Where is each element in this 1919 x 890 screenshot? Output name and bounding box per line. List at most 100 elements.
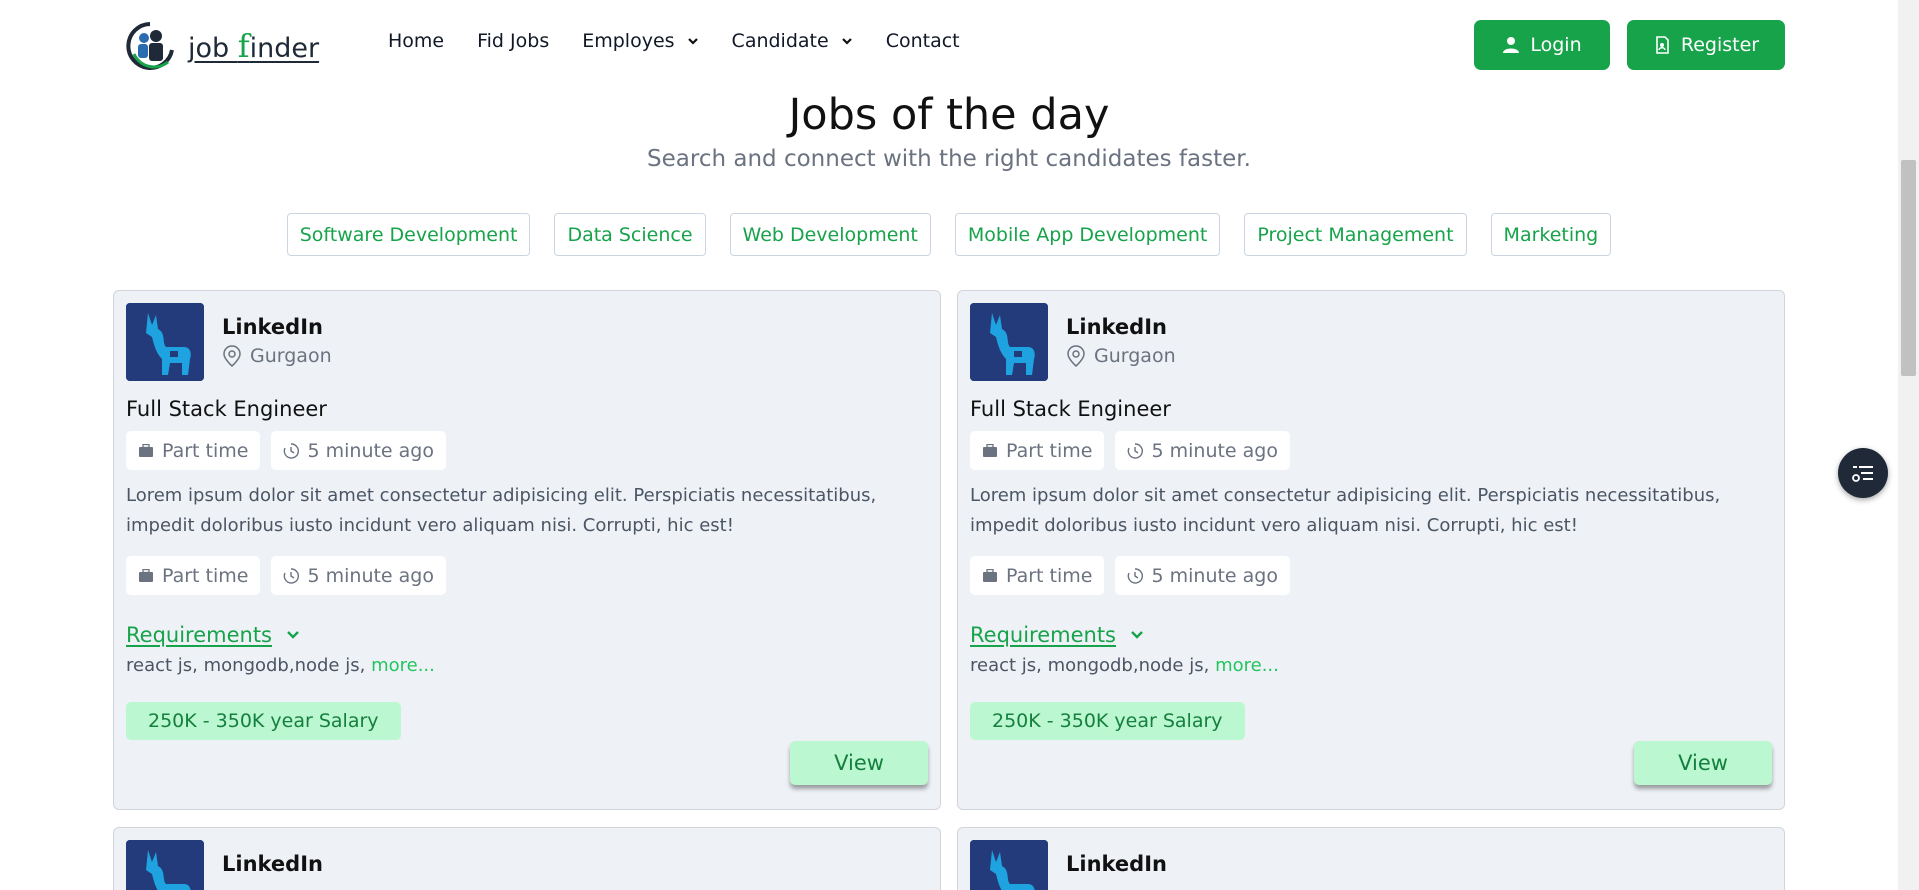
skills-list: react js, mongodb,node js, more...	[126, 655, 435, 676]
company-name: LinkedIn	[222, 315, 323, 339]
briefcase-icon	[983, 568, 997, 582]
category-tag[interactable]: Marketing	[1490, 213, 1612, 256]
brand[interactable]: job finder	[124, 20, 319, 72]
llama-logo-icon	[126, 840, 204, 890]
requirements-toggle[interactable]: Requirements	[970, 623, 1144, 647]
requirements-toggle[interactable]: Requirements	[126, 623, 300, 647]
briefcase-icon	[983, 443, 997, 457]
job-type-badge: Part time	[126, 556, 261, 595]
clock-icon	[284, 442, 300, 459]
more-link[interactable]: more...	[1215, 655, 1279, 676]
location-label: Gurgaon	[1094, 345, 1176, 367]
register-icon	[1656, 36, 1669, 54]
requirements-link[interactable]: Requirements	[126, 623, 272, 647]
job-type-badge: Part time	[970, 431, 1105, 470]
location-pin-icon	[1067, 345, 1085, 367]
scrollbar-thumb[interactable]	[1901, 160, 1916, 376]
nav-item-candidate[interactable]: Candidate	[732, 30, 853, 52]
view-button[interactable]: View	[1634, 741, 1772, 785]
salary-badge: 250K - 350K year Salary	[970, 702, 1245, 740]
nav-item-employers[interactable]: Employes	[582, 30, 698, 52]
job-card: LinkedIn Gurgaon Full Stack Engineer Par…	[957, 290, 1785, 810]
job-location: Gurgaon	[222, 345, 332, 367]
navbar: job finder Home Fid Jobs Employes Candid…	[0, 0, 1898, 88]
brand-name: job finder	[188, 27, 320, 65]
job-title: Full Stack Engineer	[970, 397, 1171, 421]
posted-time-label: 5 minute ago	[307, 564, 434, 587]
category-tag[interactable]: Software Development	[286, 213, 531, 256]
company-name: LinkedIn	[1066, 315, 1167, 339]
job-meta: Part time 5 minute ago	[970, 556, 1290, 595]
location-label: Gurgaon	[250, 345, 332, 367]
llama-logo-icon	[126, 303, 204, 381]
chevron-down-icon	[841, 38, 852, 45]
more-link[interactable]: more...	[371, 655, 435, 676]
category-tag[interactable]: Mobile App Development	[954, 213, 1221, 256]
register-label: Register	[1680, 34, 1760, 56]
section-subtitle: Search and connect with the right candid…	[647, 146, 1251, 172]
company-logo	[970, 840, 1048, 890]
page-scrollbar[interactable]	[1898, 0, 1919, 890]
job-type-label: Part time	[1006, 564, 1093, 587]
category-tags: Software Development Data Science Web De…	[0, 213, 1898, 256]
job-meta: Part time 5 minute ago	[970, 431, 1290, 470]
company-name: LinkedIn	[222, 852, 323, 876]
login-label: Login	[1530, 34, 1582, 56]
register-button[interactable]: Register	[1627, 20, 1785, 70]
skills-list: react js, mongodb,node js, more...	[970, 655, 1279, 676]
posted-time-badge: 5 minute ago	[271, 556, 446, 595]
job-type-badge: Part time	[126, 431, 261, 470]
job-type-label: Part time	[1006, 439, 1093, 462]
category-tag[interactable]: Project Management	[1244, 213, 1467, 256]
filter-icon	[1852, 466, 1873, 482]
company-logo	[970, 303, 1048, 381]
job-description: Lorem ipsum dolor sit amet consectetur a…	[126, 485, 877, 536]
login-button[interactable]: Login	[1474, 20, 1610, 70]
llama-logo-icon	[970, 303, 1048, 381]
nav-item-contact[interactable]: Contact	[886, 30, 960, 52]
skills-text: react js, mongodb,node js,	[126, 655, 366, 676]
location-pin-icon	[223, 345, 241, 367]
job-card: LinkedIn Gurgaon Full Stack Engineer Par…	[113, 290, 941, 810]
company-name: LinkedIn	[1066, 852, 1167, 876]
job-meta: Part time 5 minute ago	[126, 556, 446, 595]
posted-time-label: 5 minute ago	[307, 439, 434, 462]
llama-logo-icon	[970, 840, 1048, 890]
briefcase-icon	[139, 568, 153, 582]
company-logo	[126, 840, 204, 890]
clock-icon	[1128, 442, 1144, 459]
job-description: Lorem ipsum dolor sit amet consectetur a…	[970, 485, 1721, 536]
posted-time-badge: 5 minute ago	[1115, 556, 1290, 595]
skills-text: react js, mongodb,node js,	[970, 655, 1210, 676]
main-nav: Home Fid Jobs Employes Candidate Contact	[388, 30, 960, 52]
clock-icon	[1128, 567, 1144, 584]
user-icon	[1503, 37, 1520, 53]
job-title: Full Stack Engineer	[126, 397, 327, 421]
job-card: LinkedIn	[957, 827, 1785, 890]
company-logo	[126, 303, 204, 381]
category-tag[interactable]: Data Science	[554, 213, 706, 256]
filter-button[interactable]	[1838, 448, 1888, 498]
requirements-link[interactable]: Requirements	[970, 623, 1116, 647]
posted-time-label: 5 minute ago	[1151, 564, 1278, 587]
nav-item-find-jobs[interactable]: Fid Jobs	[477, 30, 549, 52]
job-type-label: Part time	[162, 564, 249, 587]
category-tag[interactable]: Web Development	[729, 213, 931, 256]
chevron-down-icon	[287, 631, 299, 639]
view-button[interactable]: View	[790, 741, 928, 785]
job-location: Gurgaon	[1066, 345, 1176, 367]
job-type-badge: Part time	[970, 556, 1105, 595]
chevron-down-icon	[687, 38, 698, 45]
brand-logo-icon	[126, 22, 174, 70]
job-meta: Part time 5 minute ago	[126, 431, 446, 470]
nav-item-home[interactable]: Home	[388, 30, 444, 52]
job-type-label: Part time	[162, 439, 249, 462]
chevron-down-icon	[1131, 631, 1143, 639]
posted-time-badge: 5 minute ago	[1115, 431, 1290, 470]
posted-time-badge: 5 minute ago	[271, 431, 446, 470]
briefcase-icon	[139, 443, 153, 457]
clock-icon	[284, 567, 300, 584]
salary-badge: 250K - 350K year Salary	[126, 702, 401, 740]
job-card: LinkedIn	[113, 827, 941, 890]
posted-time-label: 5 minute ago	[1151, 439, 1278, 462]
